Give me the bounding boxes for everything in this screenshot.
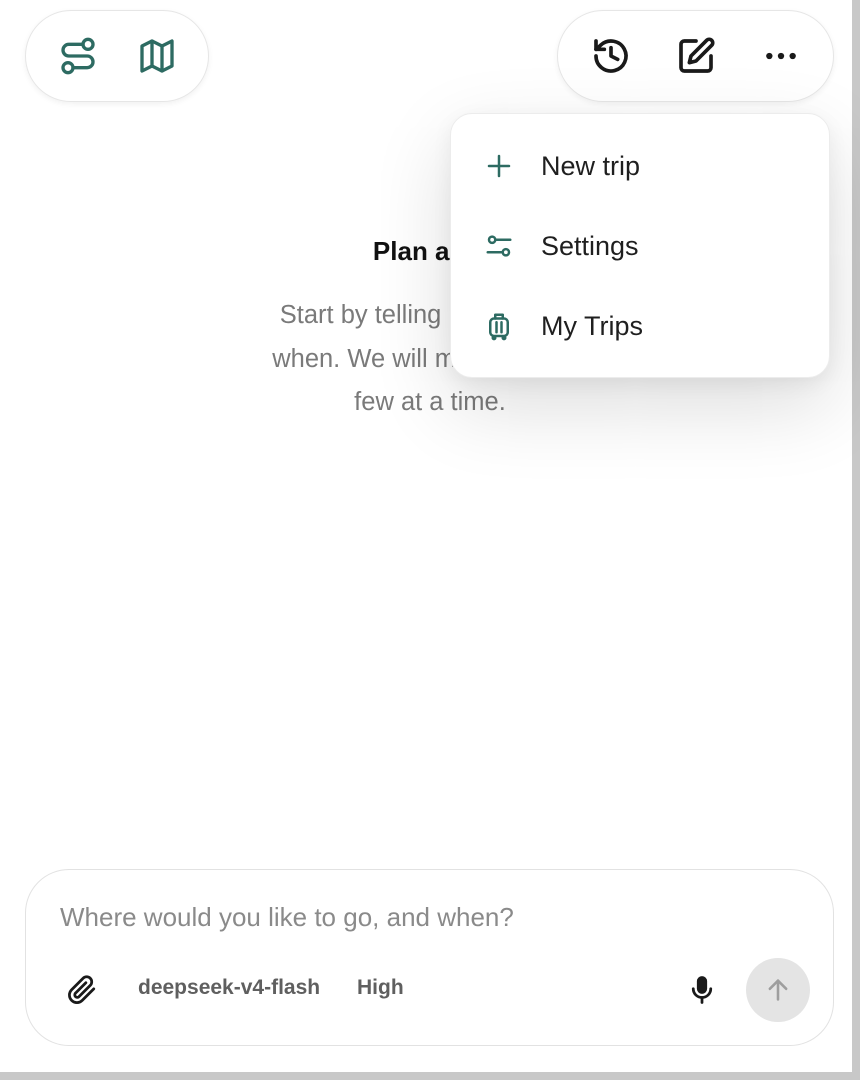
menu-item-my-trips[interactable]: My Trips: [451, 286, 829, 366]
message-input[interactable]: [58, 898, 782, 936]
edit-icon: [678, 37, 715, 73]
history-icon: [593, 39, 628, 73]
menu-item-settings[interactable]: Settings: [451, 206, 829, 286]
model-selector[interactable]: deepseek-v4-flash: [138, 976, 320, 1000]
map-button[interactable]: [131, 30, 183, 82]
paperclip-icon: [68, 975, 96, 1004]
new-chat-button[interactable]: [670, 30, 722, 82]
right-toolbar: [557, 10, 834, 102]
hero-description-line: few at a time.: [354, 388, 506, 416]
menu-item-label: New trip: [541, 150, 641, 181]
arrow-up-icon: [768, 979, 788, 1001]
voice-input-button[interactable]: [682, 970, 722, 1010]
more-menu: New trip Settings My Trips: [450, 113, 830, 378]
luggage-icon: [483, 310, 515, 342]
settings-sliders-icon: [483, 230, 515, 262]
effort-selector[interactable]: High: [357, 976, 404, 1000]
menu-item-new-trip[interactable]: New trip: [451, 126, 829, 206]
menu-item-label: My Trips: [541, 310, 644, 341]
microphone-icon: [691, 976, 713, 1004]
send-button[interactable]: [746, 958, 810, 1022]
map-icon: [139, 39, 174, 73]
more-button[interactable]: [755, 30, 807, 82]
more-icon: [765, 52, 796, 60]
attach-button[interactable]: [62, 970, 102, 1010]
window-edge-right: [852, 0, 860, 1080]
history-button[interactable]: [585, 30, 637, 82]
plus-icon: [483, 150, 515, 182]
left-toolbar: [25, 10, 209, 102]
route-button[interactable]: [52, 30, 104, 82]
window-edge-bottom: [0, 1072, 860, 1080]
route-icon: [60, 37, 95, 75]
message-composer: deepseek-v4-flash High: [25, 869, 834, 1046]
menu-item-label: Settings: [541, 230, 639, 261]
